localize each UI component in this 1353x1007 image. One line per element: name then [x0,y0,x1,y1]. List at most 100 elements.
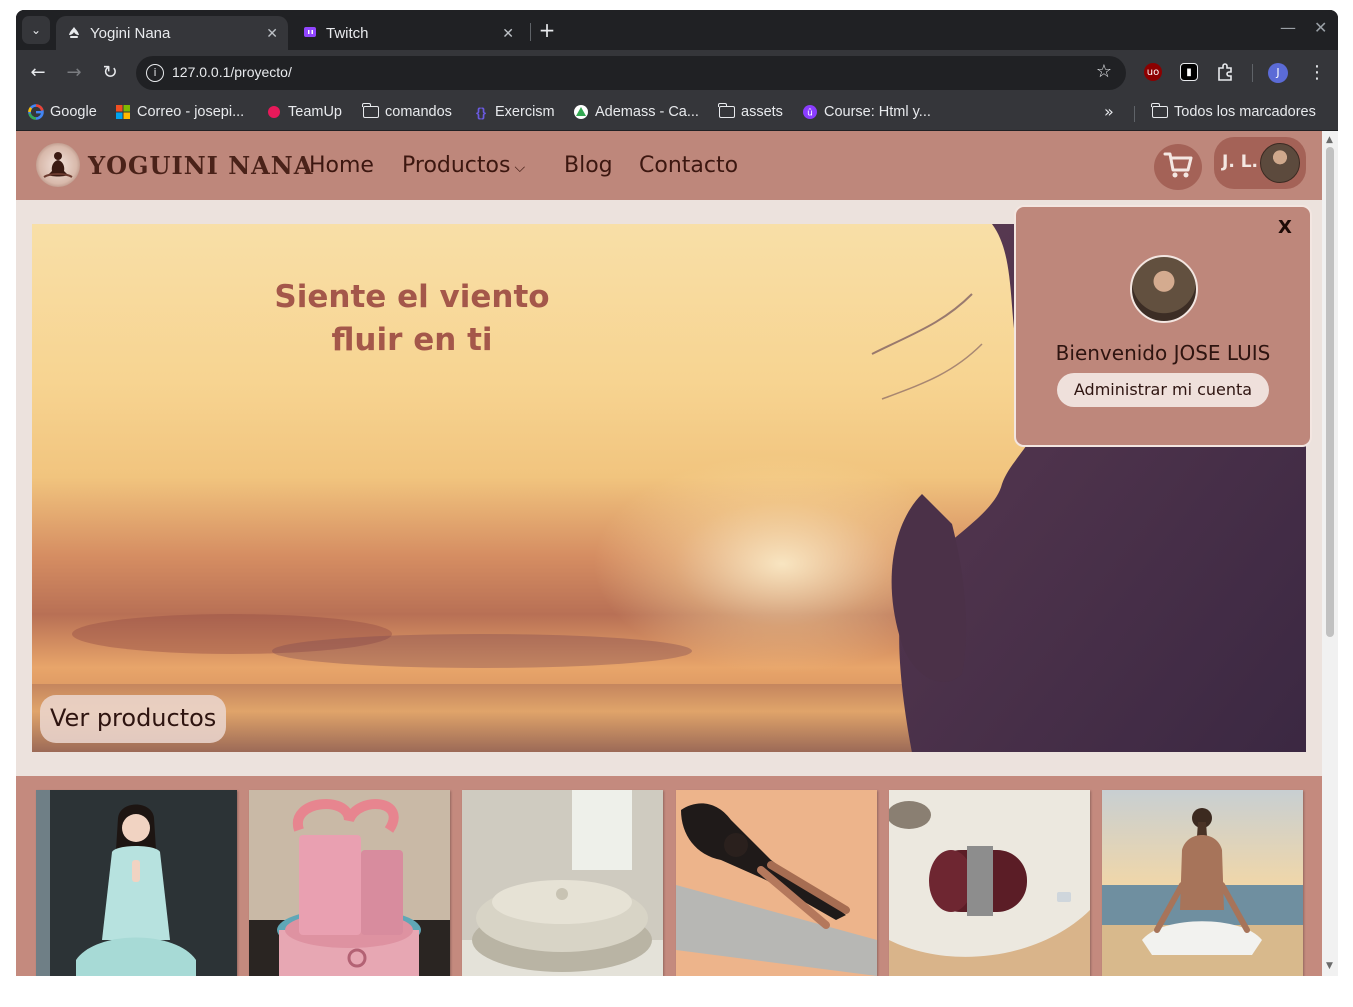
bookmark-label: TeamUp [288,104,342,120]
bookmark-label: Todos los marcadores [1174,104,1316,120]
url-text[interactable]: 127.0.0.1/proyecto/ [172,64,292,80]
bookmark-exercism[interactable]: {} Exercism [473,104,555,120]
ademass-icon [573,104,589,120]
user-initials: J. L. [1222,152,1258,172]
user-account-popover: X Bienvenido JOSE LUIS Administrar mi cu… [1014,205,1312,447]
nav-productos[interactable]: Productos ⌵ [402,153,525,178]
toolbar-divider [1252,64,1253,82]
forward-arrow-icon[interactable]: → [63,62,85,84]
popover-avatar [1130,255,1198,323]
tab-twitch[interactable]: Twitch ✕ [292,16,524,50]
close-popover-button[interactable]: X [1278,217,1292,238]
tab-strip: ⌄ Yogini Nana ✕ Twitch ✕ + — ✕ [16,10,1338,50]
brand-name[interactable]: YOGUINI NANA [88,151,313,180]
bookmark-label: Ademass - Ca... [595,104,699,120]
address-bar[interactable]: i 127.0.0.1/proyecto/ ☆ [136,56,1126,90]
browser-window: ⌄ Yogini Nana ✕ Twitch ✕ + — ✕ ← → ↻ i 1… [16,10,1338,976]
minimize-icon[interactable]: — [1280,18,1296,37]
rolled-mat-image [889,790,1090,976]
extensions-puzzle-icon[interactable] [1216,63,1234,81]
nav-home[interactable]: Home [309,153,374,178]
bookmark-comandos[interactable]: comandos [362,103,452,120]
bookmark-star-icon[interactable]: ☆ [1096,61,1112,82]
hero-title: Siente el viento fluir en ti [242,276,582,362]
folder-icon [718,103,735,120]
google-icon [28,104,44,120]
ublock-icon[interactable]: uo [1144,63,1162,81]
bookmark-label: Google [50,104,97,120]
welcome-message: Bienvenido JOSE LUIS [1055,341,1271,365]
product-card[interactable] [36,790,237,976]
chevron-down-icon: ⌵ [514,160,526,176]
browser-menu-icon[interactable]: ⋮ [1308,62,1326,83]
hero-title-line: fluir en ti [331,322,493,358]
extension-jb-icon[interactable]: ▮ [1180,63,1198,81]
profile-avatar[interactable]: J [1268,63,1288,83]
hero-cloud [272,634,692,668]
bookmark-assets[interactable]: assets [718,103,783,120]
yoga-mat-pose-image [676,790,877,976]
bookmarks-bar: Google Correo - josepi... TeamUp comando… [16,96,1338,131]
cart-button[interactable] [1154,144,1202,190]
tab-yogini-nana[interactable]: Yogini Nana ✕ [56,16,288,50]
product-card[interactable] [462,790,663,976]
course-icon: û [802,104,818,120]
all-bookmarks[interactable]: Todos los marcadores [1151,103,1316,120]
bookmark-label: Course: Html y... [824,104,931,120]
product-card[interactable] [1102,790,1303,976]
user-avatar [1260,143,1300,183]
browser-toolbar: ← → ↻ i 127.0.0.1/proyecto/ ☆ uo ▮ J ⋮ [16,50,1338,96]
microsoft-icon [115,104,131,120]
close-tab-icon[interactable]: ✕ [502,25,514,42]
bookmark-ademass[interactable]: Ademass - Ca... [573,104,699,120]
new-tab-plus-icon[interactable]: + [536,18,558,42]
site-logo-icon[interactable] [36,143,80,187]
folder-icon [362,103,379,120]
product-strip [16,776,1322,976]
nav-productos-label: Productos [402,153,511,178]
shopping-cart-icon [1162,149,1194,185]
scrollbar-thumb[interactable] [1326,147,1334,637]
bookmark-google[interactable]: Google [28,104,97,120]
window-close-icon[interactable]: ✕ [1314,18,1327,37]
ver-productos-button[interactable]: Ver productos [40,695,227,743]
page-scrollbar[interactable]: ▲ ▼ [1322,131,1338,976]
close-tab-icon[interactable]: ✕ [266,25,278,42]
bookmark-label: Exercism [495,104,555,120]
user-menu-button[interactable]: J. L. [1214,137,1306,189]
page-viewport: YOGUINI NANA Home Productos ⌵ Blog Contac… [16,131,1322,976]
product-card[interactable] [889,790,1090,976]
site-header: YOGUINI NANA Home Productos ⌵ Blog Contac… [16,131,1322,200]
site-info-icon[interactable]: i [146,64,164,82]
twitch-icon [302,25,318,41]
bookmark-label: assets [741,104,783,120]
scroll-down-arrow-icon[interactable]: ▼ [1326,961,1333,971]
bookmark-course[interactable]: û Course: Html y... [802,104,931,120]
tab-title: Yogini Nana [90,24,171,42]
lotus-icon [66,25,82,41]
meditation-woman-image [36,790,237,976]
nav-contacto[interactable]: Contacto [639,153,738,178]
product-card[interactable] [676,790,877,976]
teamup-icon [266,104,282,120]
nav-blog[interactable]: Blog [564,153,613,178]
manage-account-button[interactable]: Administrar mi cuenta [1057,373,1269,407]
back-arrow-icon[interactable]: ← [27,62,49,84]
bookmark-label: comandos [385,104,452,120]
tab-search-chevron-icon[interactable]: ⌄ [22,16,50,44]
bookmark-correo[interactable]: Correo - josepi... [115,104,244,120]
bookmark-label: Correo - josepi... [137,104,245,120]
meditation-cushion-image [462,790,663,976]
folder-icon [1151,103,1168,120]
product-card[interactable] [249,790,450,976]
beach-meditation-image [1102,790,1303,976]
svg-text:û: û [807,109,813,119]
hero-title-line: Siente el viento [274,279,550,315]
tab-divider [530,23,531,41]
bookmarks-divider [1134,106,1135,122]
more-bookmarks-icon[interactable]: » [1104,102,1114,121]
reload-icon[interactable]: ↻ [99,62,121,84]
bookmark-teamup[interactable]: TeamUp [266,104,342,120]
tab-title: Twitch [326,24,369,42]
scroll-up-arrow-icon[interactable]: ▲ [1326,135,1333,145]
